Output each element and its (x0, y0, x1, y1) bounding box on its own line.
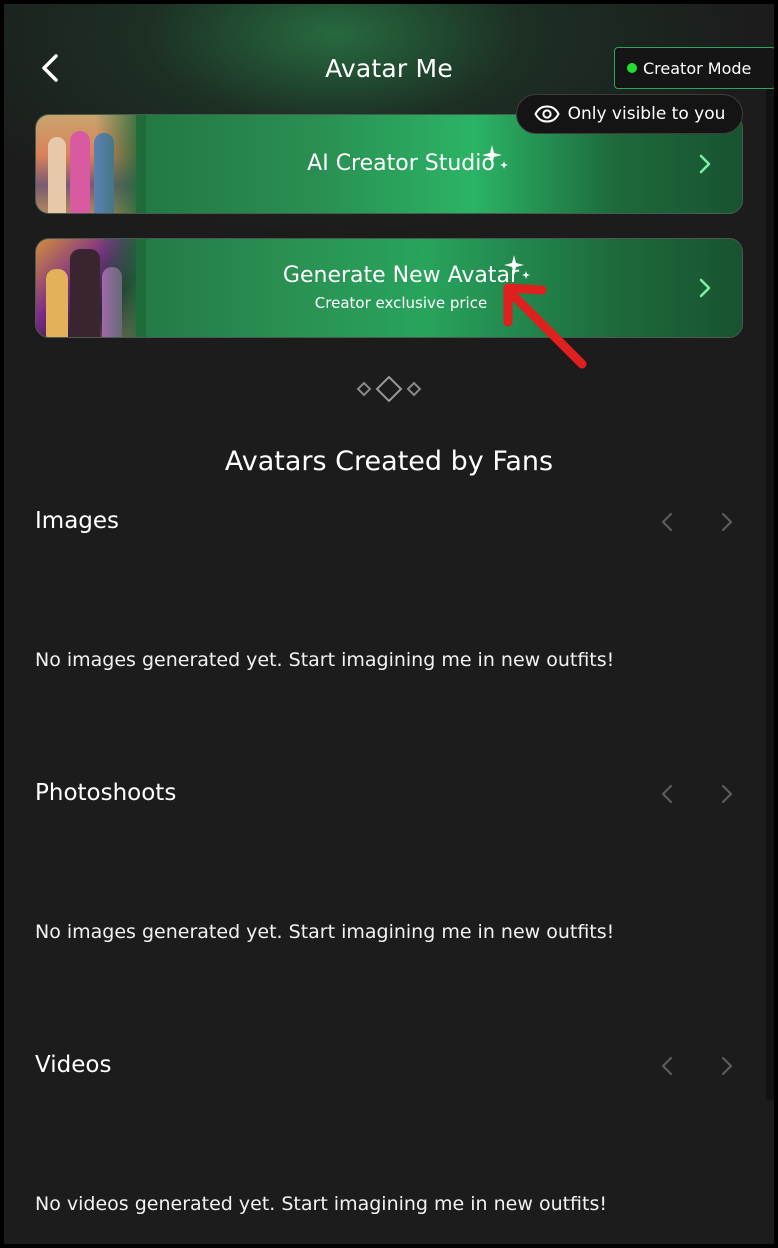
photoshoots-prev-button[interactable] (659, 783, 675, 805)
chevron-right-icon (699, 154, 711, 174)
chevron-left-icon (661, 784, 673, 804)
images-empty-message: No images generated yet. Start imagining… (35, 649, 615, 671)
creator-mode-label: Creator Mode (643, 58, 752, 78)
visibility-badge: Only visible to you (516, 94, 743, 134)
ai-creator-studio-title: AI Creator Studio (307, 151, 495, 176)
images-prev-button[interactable] (659, 511, 675, 533)
images-next-button[interactable] (719, 511, 735, 533)
images-carousel-nav (659, 511, 735, 533)
photoshoots-empty-message: No images generated yet. Start imagining… (35, 921, 615, 943)
scrollbar[interactable] (766, 84, 774, 1100)
chevron-left-icon (661, 1056, 673, 1076)
videos-heading: Videos (35, 1052, 112, 1078)
chevron-left-icon (661, 512, 673, 532)
videos-prev-button[interactable] (659, 1055, 675, 1077)
chevron-right-icon (721, 1056, 733, 1076)
annotation-arrow-icon (503, 283, 587, 369)
chevron-right-icon (721, 512, 733, 532)
photoshoots-carousel-nav (659, 783, 735, 805)
app-frame: Avatar Me Creator Mode Only visible to y… (4, 4, 774, 1244)
generate-new-avatar-card[interactable]: Generate New Avatar Creator exclusive pr… (35, 238, 743, 338)
chevron-right-icon (699, 278, 711, 298)
visibility-label: Only visible to you (567, 104, 726, 124)
eye-icon (533, 105, 560, 123)
images-heading: Images (35, 508, 120, 534)
videos-carousel-nav (659, 1055, 735, 1077)
ai-creator-studio-thumbnail (36, 115, 146, 213)
generate-new-avatar-thumbnail (36, 239, 146, 337)
chevron-right-icon (721, 784, 733, 804)
fans-section-heading: Avatars Created by Fans (224, 446, 554, 477)
videos-empty-message: No videos generated yet. Start imagining… (35, 1193, 607, 1215)
creator-mode-toggle[interactable]: Creator Mode (614, 47, 774, 89)
sparkle-icon (482, 145, 508, 169)
videos-next-button[interactable] (719, 1055, 735, 1077)
photoshoots-heading: Photoshoots (35, 780, 177, 806)
status-dot-icon (627, 63, 637, 73)
photoshoots-next-button[interactable] (719, 783, 735, 805)
diamond-divider-icon (136, 375, 642, 403)
